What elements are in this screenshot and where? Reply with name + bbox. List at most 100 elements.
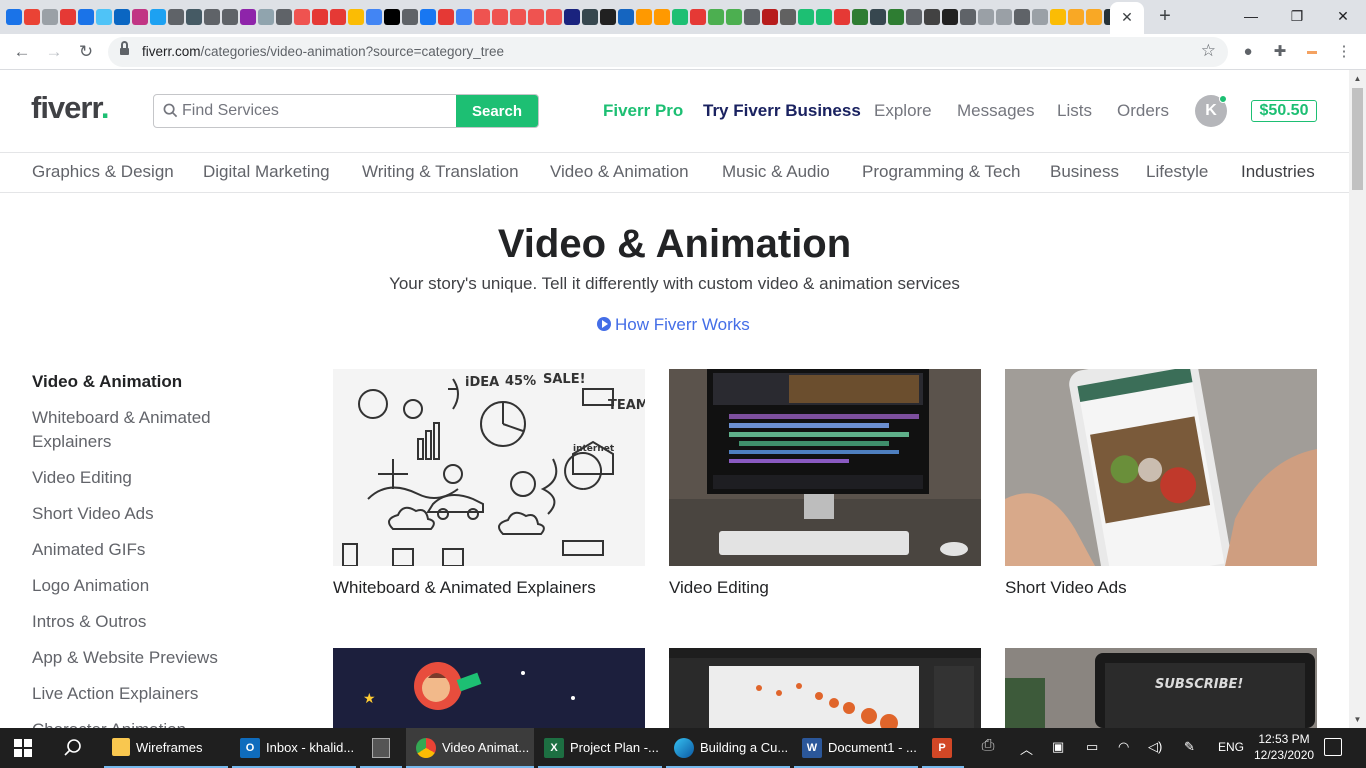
tab-favicon[interactable] (348, 9, 364, 25)
tab-favicon[interactable] (852, 9, 868, 25)
card-intros-outros[interactable]: SUBSCRIBE! (1005, 648, 1317, 728)
tab-favicon[interactable] (834, 9, 850, 25)
window-close-icon[interactable]: ✕ (1320, 4, 1366, 28)
card-image[interactable] (669, 648, 981, 728)
card-video-editing[interactable]: Video Editing (669, 369, 981, 598)
tab-favicon[interactable] (492, 9, 508, 25)
category-writing-translation[interactable]: Writing & Translation (362, 162, 519, 182)
category-video-animation[interactable]: Video & Animation (550, 162, 689, 182)
category-digital-marketing[interactable]: Digital Marketing (203, 162, 330, 182)
menu-icon[interactable]: ⋮ (1334, 42, 1354, 62)
fiverr-pro-link[interactable]: Fiverr Pro (603, 101, 683, 121)
minimize-icon[interactable]: — (1228, 4, 1274, 28)
tab-favicon[interactable] (384, 9, 400, 25)
card-label[interactable]: Whiteboard & Animated Explainers (333, 578, 645, 598)
battery-icon[interactable]: ▭ (1086, 739, 1098, 755)
tab-favicon[interactable] (6, 9, 22, 25)
sidebar-item-character-animation[interactable]: Character Animation (32, 718, 252, 728)
tab-favicon[interactable] (924, 9, 940, 25)
tab-favicon[interactable] (312, 9, 328, 25)
taskbar-app-explorer[interactable]: Wireframes (104, 728, 228, 768)
tab-favicon[interactable] (78, 9, 94, 25)
tab-favicon[interactable] (906, 9, 922, 25)
tab-favicon[interactable] (474, 9, 490, 25)
tab-favicon[interactable] (744, 9, 760, 25)
card-image[interactable] (669, 369, 981, 566)
tab-favicon[interactable] (1014, 9, 1030, 25)
taskbar-app-powerpoint[interactable]: P (922, 728, 964, 768)
tab-favicon[interactable] (960, 9, 976, 25)
explore-link[interactable]: Explore (874, 101, 932, 121)
tab-favicon[interactable] (1086, 9, 1102, 25)
category-business[interactable]: Business (1050, 162, 1119, 182)
category-graphics-design[interactable]: Graphics & Design (32, 162, 174, 182)
tab-favicon[interactable] (42, 9, 58, 25)
extension-icon[interactable]: ▬ (1302, 42, 1322, 62)
fiverr-business-link[interactable]: Try Fiverr Business (703, 101, 861, 121)
card-label[interactable]: Video Editing (669, 578, 981, 598)
tab-favicon[interactable] (564, 9, 580, 25)
search-button[interactable]: Search (456, 95, 538, 127)
tab-favicon[interactable] (330, 9, 346, 25)
tab-favicon[interactable] (294, 9, 310, 25)
notifications-icon[interactable] (1324, 738, 1342, 756)
volume-icon[interactable]: ◁) (1148, 739, 1162, 755)
tab-favicon[interactable] (600, 9, 616, 25)
taskbar-app-calculator[interactable] (360, 728, 402, 768)
card-whiteboard-explainers[interactable]: iDEA 45% SALE! TEAM internet Whiteboard & A… (333, 369, 645, 598)
orders-link[interactable]: Orders (1117, 101, 1169, 121)
tab-favicon[interactable] (438, 9, 454, 25)
tab-favicon[interactable] (276, 9, 292, 25)
search-icon[interactable] (62, 737, 84, 759)
sidebar-item-animated-gifs[interactable]: Animated GIFs (32, 538, 252, 562)
tab-favicon[interactable] (888, 9, 904, 25)
scrollbar-thumb[interactable] (1352, 88, 1363, 190)
tab-favicon[interactable] (402, 9, 418, 25)
tab-favicon[interactable] (726, 9, 742, 25)
taskbar-app-edge[interactable]: Building a Cu... (666, 728, 790, 768)
taskbar-app-excel[interactable]: X Project Plan -... (538, 728, 662, 768)
printer-icon[interactable]: ⎙ (976, 737, 1000, 759)
tray-chevron-icon[interactable]: ︿ (1020, 739, 1033, 758)
forward-icon[interactable]: → (42, 40, 66, 64)
tab-favicon[interactable] (870, 9, 886, 25)
security-icon[interactable]: ▣ (1052, 739, 1064, 755)
card-label[interactable]: Short Video Ads (1005, 578, 1317, 598)
card-image[interactable]: iDEA 45% SALE! TEAM internet (333, 369, 645, 566)
tab-favicon[interactable] (186, 9, 202, 25)
tab-favicon[interactable] (1068, 9, 1084, 25)
wifi-icon[interactable]: ◠ (1118, 739, 1129, 755)
back-icon[interactable]: ← (10, 40, 34, 64)
taskbar-app-chrome[interactable]: Video Animat... (406, 728, 534, 768)
pen-icon[interactable]: ✎ (1184, 739, 1195, 755)
tab-favicon[interactable] (240, 9, 256, 25)
tab-favicon[interactable] (456, 9, 472, 25)
tab-favicon[interactable] (978, 9, 994, 25)
balance-badge[interactable]: $50.50 (1251, 100, 1317, 122)
page-scrollbar[interactable]: ▲ ▼ (1349, 70, 1366, 728)
card-logo-animation[interactable] (669, 648, 981, 728)
sidebar-heading[interactable]: Video & Animation (32, 370, 252, 394)
scroll-down-icon[interactable]: ▼ (1349, 711, 1366, 728)
card-image[interactable] (1005, 369, 1317, 566)
sidebar-item-whiteboard[interactable]: Whiteboard & Animated Explainers (32, 406, 252, 454)
bookmark-star-icon[interactable]: ☆ (1201, 41, 1216, 61)
scroll-up-icon[interactable]: ▲ (1349, 70, 1366, 87)
tab-favicon[interactable] (708, 9, 724, 25)
messages-link[interactable]: Messages (957, 101, 1034, 121)
tab-favicon[interactable] (510, 9, 526, 25)
tab-favicon[interactable] (168, 9, 184, 25)
clock[interactable]: 12:53 PM 12/23/2020 (1254, 732, 1314, 762)
tab-favicon[interactable] (798, 9, 814, 25)
card-short-video-ads[interactable]: Short Video Ads (1005, 369, 1317, 598)
close-icon[interactable]: ✕ (1119, 8, 1135, 26)
tab-favicon[interactable] (762, 9, 778, 25)
address-bar[interactable]: fiverr.com/categories/video-animation?so… (108, 37, 1228, 67)
sidebar-item-intros-outros[interactable]: Intros & Outros (32, 610, 252, 634)
how-fiverr-works-link[interactable]: How Fiverr Works (597, 315, 750, 335)
lock-icon[interactable] (120, 41, 129, 56)
tab-favicon[interactable] (114, 9, 130, 25)
tab-favicon[interactable] (204, 9, 220, 25)
tab-favicon[interactable] (618, 9, 634, 25)
sidebar-item-app-previews[interactable]: App & Website Previews (32, 646, 252, 670)
